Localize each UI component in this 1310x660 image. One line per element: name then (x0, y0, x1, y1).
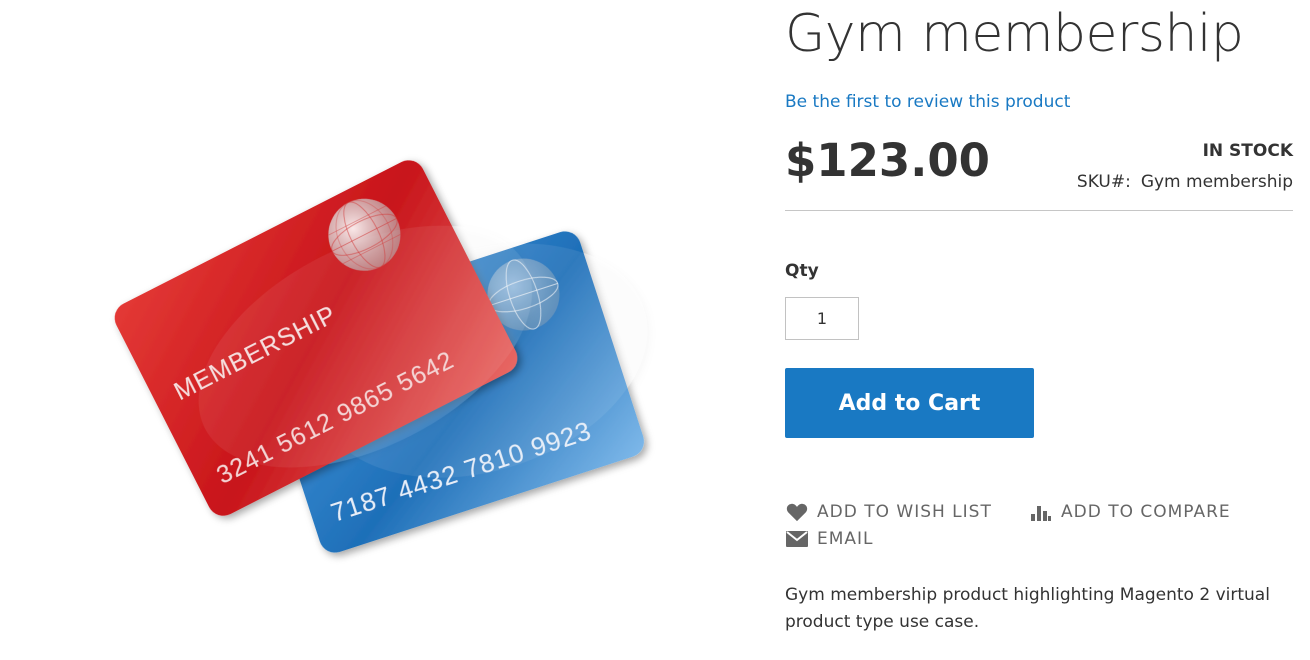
sku-label: SKU#: (1076, 172, 1131, 192)
add-to-wishlist-link[interactable]: ADD TO WISH LIST (785, 501, 992, 523)
heart-icon (785, 501, 809, 523)
sku-value: Gym membership (1140, 172, 1293, 192)
qty-input[interactable] (785, 297, 859, 340)
review-link[interactable]: Be the first to review this product (785, 92, 1070, 112)
compare-label: ADD TO COMPARE (1061, 502, 1231, 522)
envelope-icon (785, 528, 809, 550)
qty-label: Qty (785, 261, 819, 281)
email-label: EMAIL (817, 529, 874, 549)
product-image: 7187 4432 7810 9923 MEMBERSHIP 3241 5612… (0, 0, 760, 660)
product-info: Gym membership Be the first to review th… (785, 0, 1293, 660)
wishlist-label: ADD TO WISH LIST (817, 502, 992, 522)
divider (785, 210, 1293, 211)
add-to-compare-link[interactable]: ADD TO COMPARE (1029, 501, 1231, 523)
stock-status: IN STOCK (1202, 141, 1293, 161)
bar-chart-icon (1029, 501, 1053, 523)
product-page: 7187 4432 7810 9923 MEMBERSHIP 3241 5612… (0, 0, 1310, 660)
product-description: Gym membership product highlighting Mage… (785, 585, 1270, 632)
product-price: $123.00 (785, 134, 990, 187)
email-link[interactable]: EMAIL (785, 528, 874, 550)
add-to-cart-button[interactable]: Add to Cart (785, 368, 1034, 438)
product-sku: SKU#: Gym membership (1077, 172, 1293, 192)
product-title: Gym membership (785, 4, 1244, 64)
membership-cards-illustration: 7187 4432 7810 9923 MEMBERSHIP 3241 5612… (114, 160, 648, 553)
